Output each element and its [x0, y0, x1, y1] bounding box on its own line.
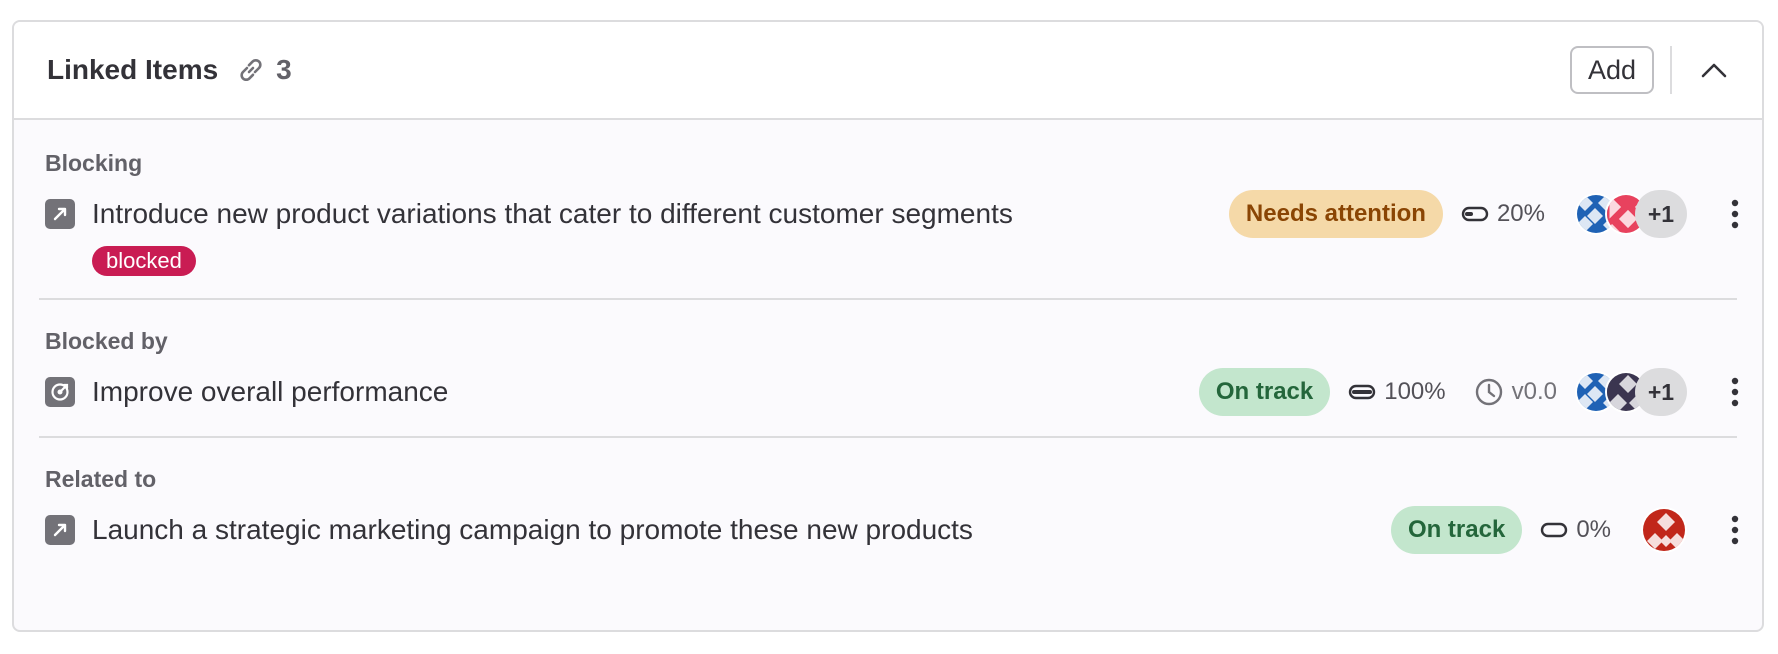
clock-icon	[1475, 378, 1502, 406]
progress-indicator: 0%	[1540, 516, 1611, 544]
progress-icon	[1461, 206, 1489, 222]
link-icon	[236, 54, 268, 86]
kebab-icon	[1731, 199, 1739, 229]
item-actions-button[interactable]	[1715, 190, 1755, 238]
collapse-button[interactable]	[1690, 46, 1738, 94]
progress-value: 0%	[1576, 516, 1611, 543]
more-assignees-badge[interactable]: +1	[1635, 190, 1687, 238]
list-item[interactable]: Improve overall performance On track 100…	[45, 368, 1755, 416]
item-title-link[interactable]: Improve overall performance	[92, 376, 448, 408]
objective-icon	[45, 377, 75, 407]
item-title-link[interactable]: Introduce new product variations that ca…	[92, 198, 1013, 230]
card-header: Linked Items 3 Add	[14, 22, 1762, 120]
avatar[interactable]	[1641, 507, 1687, 553]
status-badge: On track	[1198, 368, 1331, 416]
status-badge: On track	[1390, 506, 1523, 554]
progress-value: 100%	[1384, 378, 1446, 405]
section-blocking: Blocking Introduce new product variation…	[39, 120, 1739, 298]
blocked-label-badge[interactable]: blocked	[92, 246, 196, 276]
epic-icon	[45, 199, 75, 229]
linked-items-card: Linked Items 3 Add Blocking Introduce ne…	[12, 20, 1764, 632]
section-blocked-by: Blocked by Improve overall performance O…	[39, 298, 1739, 436]
list-item[interactable]: Introduce new product variations that ca…	[45, 190, 1755, 238]
assignees[interactable]	[1641, 507, 1687, 553]
item-title-link[interactable]: Launch a strategic marketing campaign to…	[92, 514, 973, 546]
add-button[interactable]: Add	[1569, 46, 1654, 94]
more-assignees-badge[interactable]: +1	[1635, 368, 1687, 416]
assignees[interactable]: +1	[1575, 368, 1687, 416]
kebab-icon	[1731, 377, 1739, 407]
progress-indicator: 100%	[1348, 378, 1446, 406]
epic-icon	[45, 515, 75, 545]
header-divider	[1670, 46, 1672, 94]
progress-icon	[1541, 522, 1568, 538]
list-item[interactable]: Launch a strategic marketing campaign to…	[45, 506, 1755, 554]
item-actions-button[interactable]	[1715, 506, 1755, 554]
milestone-label: v0.0	[1511, 378, 1557, 405]
card-title: Linked Items	[47, 54, 219, 85]
linked-items-count: 3	[276, 54, 292, 85]
section-label: Blocking	[45, 150, 143, 176]
chevron-up-icon	[1701, 63, 1727, 78]
progress-indicator: 20%	[1461, 200, 1545, 228]
section-label: Related to	[45, 466, 157, 492]
progress-icon	[1349, 384, 1376, 400]
milestone[interactable]: v0.0	[1474, 377, 1557, 407]
item-actions-button[interactable]	[1715, 368, 1755, 416]
kebab-icon	[1731, 515, 1739, 545]
section-related-to: Related to Launch a strategic marketing …	[39, 436, 1739, 614]
assignees[interactable]: +1	[1575, 190, 1687, 238]
status-badge: Needs attention	[1228, 190, 1443, 238]
progress-value: 20%	[1496, 200, 1545, 227]
section-label: Blocked by	[45, 328, 168, 354]
